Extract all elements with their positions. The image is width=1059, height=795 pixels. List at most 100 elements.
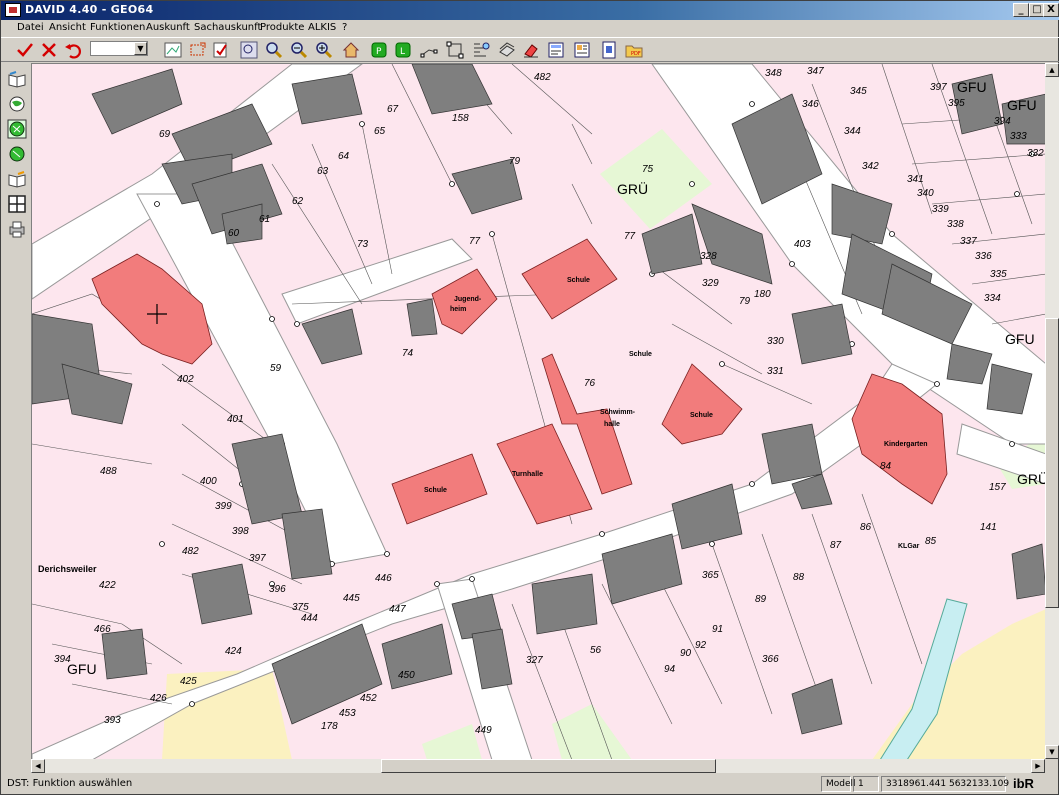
svg-text:heim: heim — [450, 306, 466, 313]
book2-icon[interactable] — [7, 169, 27, 189]
menu-produkte[interactable]: Produkte — [260, 22, 304, 33]
modell-value: 1 — [853, 776, 879, 792]
svg-text:60: 60 — [228, 228, 240, 239]
minimize-button[interactable]: _ — [1013, 3, 1029, 17]
menu-funktionen[interactable]: Funktionen — [90, 22, 145, 33]
svg-text:91: 91 — [712, 624, 723, 635]
globe-green2-icon[interactable] — [7, 144, 27, 164]
svg-text:400: 400 — [200, 476, 217, 487]
svg-text:90: 90 — [680, 648, 692, 659]
svg-text:PDF: PDF — [631, 51, 641, 57]
menu-auskunft[interactable]: Auskunft — [146, 22, 190, 33]
svg-text:141: 141 — [980, 522, 997, 533]
printer-icon[interactable] — [7, 219, 27, 239]
svg-text:KLGar: KLGar — [898, 543, 920, 550]
svg-text:329: 329 — [702, 278, 719, 289]
menu-help[interactable]: ? — [342, 22, 347, 33]
zoom-out-icon[interactable] — [289, 40, 309, 60]
menu-sachauskunft[interactable]: Sachauskunft — [194, 22, 261, 33]
select-area-icon[interactable] — [188, 40, 208, 60]
menu-alkis[interactable]: ALKIS — [308, 22, 336, 33]
pan-icon[interactable]: P — [369, 40, 389, 60]
grid-icon[interactable] — [7, 194, 27, 214]
document-icon[interactable] — [572, 40, 592, 60]
menu-ansicht[interactable]: Ansicht — [49, 22, 86, 33]
eraser-icon[interactable] — [521, 40, 541, 60]
horizontal-scrollbar[interactable]: ◀ ▶ — [31, 759, 1045, 773]
close-button[interactable]: X — [1043, 3, 1059, 17]
svg-text:76: 76 — [584, 378, 596, 389]
undo-icon[interactable] — [63, 40, 83, 60]
zoom-window-icon[interactable] — [239, 40, 259, 60]
modell-label: Modell — [821, 776, 856, 792]
vertical-scroll-thumb[interactable] — [1045, 318, 1059, 608]
svg-text:GFU: GFU — [957, 79, 987, 95]
svg-text:341: 341 — [907, 174, 924, 185]
svg-text:328: 328 — [700, 251, 717, 262]
svg-text:79: 79 — [739, 296, 751, 307]
svg-text:466: 466 — [94, 624, 111, 635]
svg-text:366: 366 — [762, 654, 779, 665]
pdf-icon[interactable]: PDF — [624, 40, 644, 60]
svg-text:180: 180 — [754, 289, 771, 300]
edit-icon[interactable] — [211, 40, 231, 60]
scroll-up-icon[interactable]: ▲ — [1045, 63, 1059, 77]
home-icon[interactable] — [341, 40, 361, 60]
svg-text:425: 425 — [180, 676, 197, 687]
scroll-left-icon[interactable]: ◀ — [31, 759, 45, 773]
print-preview-icon[interactable] — [546, 40, 566, 60]
svg-text:Schule: Schule — [567, 277, 590, 284]
svg-text:GFU: GFU — [1007, 97, 1037, 113]
menu-datei[interactable]: Datei — [17, 22, 44, 33]
svg-text:447: 447 — [389, 604, 406, 615]
zoom-in-icon[interactable] — [314, 40, 334, 60]
symbol-icon[interactable] — [497, 40, 517, 60]
status-bar: DST: Funktion auswählen Modell 1 3318961… — [1, 774, 1059, 795]
map-tool-icon[interactable] — [471, 40, 491, 60]
book-icon[interactable] — [7, 69, 27, 89]
svg-text:GFU: GFU — [1005, 331, 1035, 347]
layers-icon[interactable] — [163, 40, 183, 60]
svg-text:84: 84 — [880, 461, 892, 472]
svg-text:Schule: Schule — [424, 487, 447, 494]
svg-text:62: 62 — [292, 196, 304, 207]
export-icon[interactable] — [599, 40, 619, 60]
frame-icon[interactable] — [445, 40, 465, 60]
svg-text:422: 422 — [99, 580, 116, 591]
svg-text:403: 403 — [794, 239, 811, 250]
app-icon — [5, 3, 21, 17]
svg-text:345: 345 — [850, 86, 867, 97]
cancel-icon[interactable] — [39, 40, 59, 60]
status-message: DST: Funktion auswählen — [7, 778, 133, 789]
svg-text:Kindergarten: Kindergarten — [884, 441, 928, 448]
map-canvas[interactable]: GRÜ GFU GFU GFU GFU GRÜ Schule Schule Sc… — [31, 63, 1045, 759]
svg-text:85: 85 — [925, 536, 937, 547]
svg-text:482: 482 — [534, 72, 551, 83]
svg-text:63: 63 — [317, 166, 329, 177]
svg-text:334: 334 — [984, 293, 1001, 304]
layer-select[interactable]: ▼ — [90, 41, 148, 56]
svg-text:424: 424 — [225, 646, 242, 657]
svg-text:444: 444 — [301, 613, 318, 624]
globe-green-icon[interactable] — [7, 119, 27, 139]
svg-text:327: 327 — [526, 655, 543, 666]
zoom-icon[interactable] — [264, 40, 284, 60]
svg-text:398: 398 — [232, 526, 249, 537]
redraw-icon[interactable]: L — [393, 40, 413, 60]
svg-text:94: 94 — [664, 664, 676, 675]
check-icon[interactable] — [15, 40, 35, 60]
svg-text:339: 339 — [932, 204, 949, 215]
svg-text:335: 335 — [990, 269, 1007, 280]
svg-text:342: 342 — [862, 161, 879, 172]
horizontal-scroll-thumb[interactable] — [381, 759, 716, 773]
svg-text:482: 482 — [182, 546, 199, 557]
vertical-scrollbar[interactable]: ▲ ▼ — [1045, 63, 1059, 759]
chevron-down-icon[interactable]: ▼ — [134, 42, 147, 55]
ibr-logo: ibR — [1013, 776, 1034, 791]
measure-icon[interactable] — [419, 40, 439, 60]
svg-text:Schule: Schule — [690, 412, 713, 419]
globe-icon[interactable] — [7, 94, 27, 114]
scroll-right-icon[interactable]: ▶ — [1031, 759, 1045, 773]
svg-text:Turnhalle: Turnhalle — [512, 471, 543, 478]
scroll-down-icon[interactable]: ▼ — [1045, 745, 1059, 759]
